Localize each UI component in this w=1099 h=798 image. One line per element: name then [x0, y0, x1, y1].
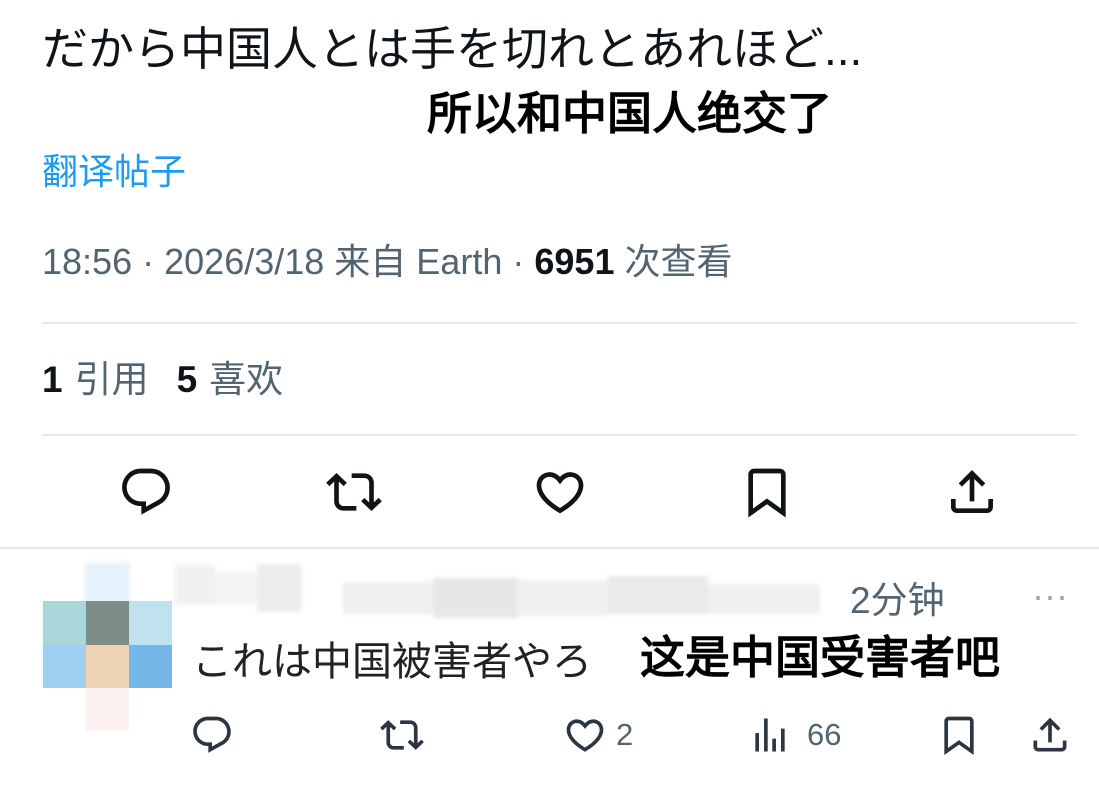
- divider: [42, 434, 1077, 436]
- redaction-pixel: [257, 564, 302, 612]
- heart-icon: [536, 472, 584, 514]
- views-label: 次查看: [624, 241, 733, 282]
- reply-button[interactable]: [118, 464, 174, 520]
- avatar[interactable]: [43, 601, 172, 688]
- post-time[interactable]: 18:56: [42, 241, 132, 282]
- avatar-mosaic-tile: [129, 601, 172, 645]
- reply-likes-count: 2: [616, 717, 634, 752]
- avatar-mosaic-tile: [129, 644, 172, 688]
- bookmark-icon: [944, 716, 974, 756]
- redaction-pixel: [175, 565, 215, 605]
- avatar-mosaic-tile: [43, 601, 86, 645]
- more-options-button[interactable]: ···: [1032, 574, 1068, 618]
- redaction-pixel: [518, 580, 608, 616]
- share-icon: [1033, 717, 1067, 752]
- divider: [42, 322, 1077, 324]
- meta-separator: ·: [142, 241, 155, 282]
- reply-icon: [122, 468, 170, 515]
- reply-reply-button[interactable]: [190, 713, 234, 757]
- quotes-count: 1: [42, 359, 63, 400]
- reply-views-count: 66: [807, 717, 842, 752]
- avatar-mosaic-tile: [86, 644, 129, 688]
- translate-post-link[interactable]: 翻译帖子: [42, 150, 186, 194]
- reply-timestamp[interactable]: 2分钟: [850, 579, 945, 623]
- redaction-pixel: [708, 584, 820, 614]
- reply-retweet-button[interactable]: [380, 713, 424, 757]
- views-count: 6951: [534, 241, 615, 282]
- likes-count: 5: [176, 359, 198, 400]
- redaction-pixel: [215, 572, 257, 604]
- post-translation-overlay: 所以和中国人绝交了: [427, 88, 833, 139]
- avatar-mosaic-tile: [43, 644, 86, 688]
- retweet-icon: [326, 473, 382, 511]
- like-button[interactable]: [532, 464, 588, 520]
- reply-bookmark-button[interactable]: [937, 713, 981, 757]
- bookmark-icon: [748, 468, 786, 518]
- reply-like-button[interactable]: [563, 713, 607, 757]
- share-icon: [951, 470, 993, 513]
- reply-translation-overlay: 这是中国受害者吧: [640, 632, 1001, 683]
- post-date[interactable]: 2026/3/18: [164, 241, 324, 282]
- meta-separator: ·: [512, 241, 525, 282]
- post-source: 来自 Earth: [334, 241, 503, 282]
- post-meta: 18:56 · 2026/3/18 来自 Earth · 6951 次查看: [42, 239, 733, 285]
- retweet-icon: [380, 720, 424, 750]
- views-icon: [755, 718, 785, 752]
- redaction-pixel: [86, 688, 129, 731]
- heart-icon: [566, 719, 604, 752]
- avatar-mosaic-tile: [86, 601, 129, 645]
- quotes-stat[interactable]: 1 引用: [42, 357, 149, 403]
- reply-share-button[interactable]: [1028, 713, 1072, 757]
- section-divider: [0, 547, 1099, 549]
- post-stats: 1 引用 5 喜欢: [42, 357, 283, 403]
- bookmark-button[interactable]: [739, 464, 795, 520]
- reply-views-button[interactable]: [748, 713, 792, 757]
- redacted-author-info: [85, 560, 825, 630]
- likes-stat[interactable]: 5 喜欢: [177, 357, 284, 403]
- redaction-pixel: [433, 578, 518, 618]
- redaction-pixel: [343, 582, 433, 614]
- share-button[interactable]: [944, 464, 1000, 520]
- reply-text: これは中国被害者やろ: [192, 640, 592, 684]
- retweet-button[interactable]: [326, 464, 382, 520]
- likes-label: 喜欢: [209, 359, 284, 400]
- redaction-pixel: [85, 562, 130, 602]
- redaction-pixel: [608, 576, 708, 614]
- reply-icon: [193, 716, 231, 753]
- post-text: だから中国人とは手を切れとあれほど...: [42, 23, 863, 75]
- quotes-label: 引用: [74, 359, 149, 400]
